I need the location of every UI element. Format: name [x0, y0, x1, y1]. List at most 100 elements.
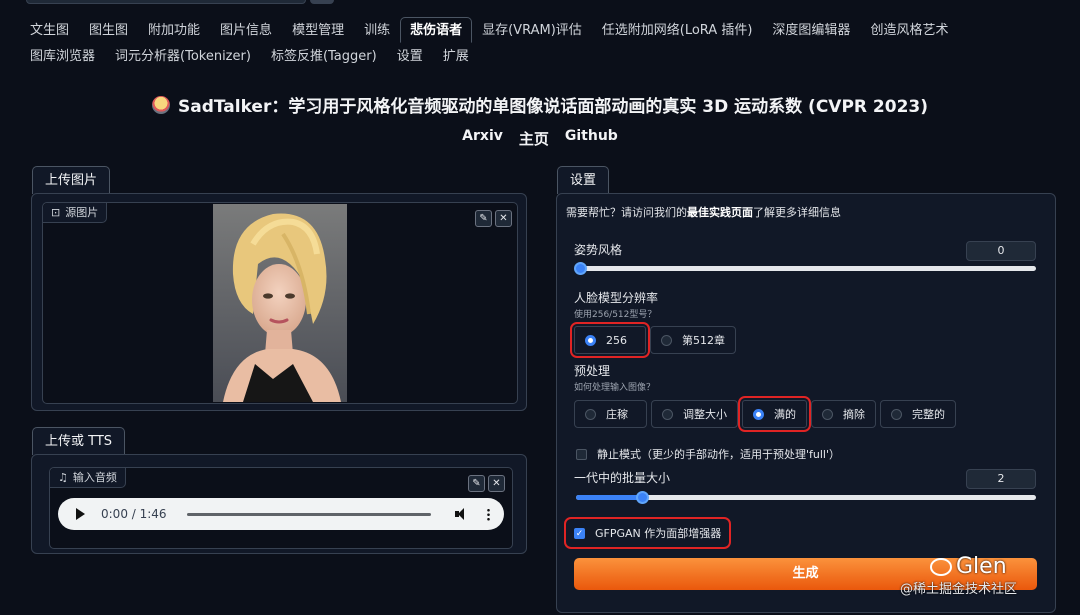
radio-dot-icon	[662, 408, 673, 420]
radio-dot-icon	[891, 408, 902, 420]
batch-size-slider-thumb[interactable]	[635, 491, 649, 504]
page-title-text: SadTalker：学习用于风格化音频驱动的单图像说话面部动画的真实 3D 运动…	[178, 97, 928, 117]
watermark-site-text: @稀土掘金技术社区	[900, 582, 1018, 597]
source-image-label-text: 源图片	[65, 205, 99, 219]
tab-tabs_row1-1[interactable]: 图生图	[79, 17, 138, 43]
preprocess-sub: 如何处理输入图像？	[574, 383, 656, 393]
tab-tabs_row1-0[interactable]: 文生图	[20, 17, 79, 43]
tab-tabs_row1-8[interactable]: 任选附加网络(LoRA 插件)	[592, 17, 763, 43]
radio-dot-icon	[753, 408, 764, 420]
source-portrait-image	[213, 204, 347, 402]
tab-tabs_row1-3[interactable]: 图片信息	[210, 17, 282, 43]
tab-tabs_row2-4[interactable]: 扩展	[433, 43, 479, 69]
preprocess-option-label: 满的	[774, 408, 796, 421]
preprocess-options: 庄稼 调整大小 满的 摘除 完整的	[574, 396, 956, 432]
arxiv-link[interactable]: Arxiv	[462, 128, 503, 149]
portrait-illustration	[213, 204, 347, 402]
gfpgan-row[interactable]: ✓ GFPGAN 作为面部增强器	[563, 517, 732, 549]
face-resolution-option-0[interactable]: 256	[570, 322, 650, 358]
tab-tabs_row1-10[interactable]: 创造风格艺术	[860, 17, 958, 43]
tab-tabs_row1-4[interactable]: 模型管理	[282, 17, 354, 43]
audio-time: 0:00 / 1:46	[101, 507, 167, 521]
face-resolution-option-label: 第512章	[682, 334, 725, 347]
audio-player: 0:00 / 1:46	[58, 498, 504, 530]
watermark-logo-text: Glen	[956, 554, 1007, 579]
face-resolution-label: 人脸模型分辨率	[574, 291, 659, 305]
edit-icon[interactable]: ✎	[475, 210, 492, 227]
tab-tabs_row1-6[interactable]: 悲伤语者	[400, 17, 473, 43]
tab-tabs_row1-5[interactable]: 训练	[354, 17, 400, 43]
radio-dot-icon	[585, 334, 596, 346]
volume-icon[interactable]	[455, 508, 469, 520]
header: SadTalker：学习用于风格化音频驱动的单图像说话面部动画的真实 3D 运动…	[0, 92, 1080, 149]
wechat-icon	[930, 557, 952, 576]
pose-style-label: 姿势风格	[574, 243, 623, 257]
preprocess-option-label: 调整大小	[683, 408, 727, 421]
radio-dot-icon	[661, 334, 672, 346]
model-select-box[interactable]	[26, 0, 306, 4]
best-practices-link[interactable]: 最佳实践页面	[687, 206, 753, 219]
preprocess-option-3[interactable]: 摘除	[811, 400, 876, 428]
edit-icon[interactable]: ✎	[468, 475, 485, 492]
watermark-logo: Glen	[930, 554, 1007, 579]
preprocess-option-2[interactable]: 满的	[738, 396, 811, 432]
batch-size-slider[interactable]	[576, 491, 1036, 504]
input-audio-label-text: 输入音频	[72, 470, 117, 484]
preprocess-option-label: 庄稼	[606, 408, 628, 421]
main-tabs: 文生图 图生图 附加功能 图片信息 模型管理 训练 悲伤语者 显存(VRAM)评估 任选附加网络…	[20, 16, 1070, 68]
audio-progress-bar[interactable]	[186, 512, 431, 516]
tab-row-2: 图库浏览器 词元分析器(Tokenizer) 标签反推(Tagger) 设置 扩展	[20, 44, 1070, 68]
tab-tabs_row2-2[interactable]: 标签反推(Tagger)	[261, 43, 387, 69]
help-prefix: 需要帮忙？请访问我们的	[566, 206, 687, 219]
tab-settings-panel[interactable]: 设置	[557, 166, 610, 194]
input-audio-label: ♫ 输入音频	[50, 468, 126, 488]
image-icon: ⊡	[51, 205, 61, 219]
still-mode-checkbox[interactable]	[576, 448, 587, 460]
face-resolution-option-1[interactable]: 第512章	[650, 326, 736, 354]
gfpgan-checkbox[interactable]: ✓	[574, 527, 585, 539]
face-resolution-sub: 使用256/512型号？	[574, 310, 657, 320]
top-strip	[0, 0, 1080, 10]
help-text: 需要帮忙？请访问我们的最佳实践页面了解更多详细信息	[566, 204, 841, 220]
more-options-icon[interactable]	[487, 507, 490, 521]
tab-tabs_row2-3[interactable]: 设置	[387, 43, 433, 69]
preprocess-option-4[interactable]: 完整的	[880, 400, 956, 428]
page-title: SadTalker：学习用于风格化音频驱动的单图像说话面部动画的真实 3D 运动…	[152, 92, 928, 117]
preprocess-option-label: 摘除	[843, 408, 865, 421]
tab-tabs_row1-7[interactable]: 显存(VRAM)评估	[472, 17, 592, 43]
face-emoji-icon	[152, 95, 170, 114]
preprocess-option-label: 完整的	[912, 408, 945, 421]
github-link[interactable]: Github	[565, 128, 618, 149]
batch-size-slider-fill	[576, 495, 642, 500]
face-resolution-options: 256 第512章	[570, 322, 736, 358]
pose-style-value[interactable]: 0	[966, 241, 1036, 261]
close-icon[interactable]: ✕	[488, 475, 505, 492]
tab-upload-or-tts[interactable]: 上传或 TTS	[32, 427, 126, 455]
homepage-link[interactable]: 主页	[519, 128, 549, 149]
still-mode-label: 静止模式（更少的手部动作，适用于预处理'full'）	[597, 448, 841, 461]
music-note-icon: ♫	[58, 470, 68, 484]
play-icon[interactable]	[76, 508, 85, 520]
tab-tabs_row1-2[interactable]: 附加功能	[138, 17, 210, 43]
preprocess-option-0[interactable]: 庄稼	[574, 400, 647, 428]
face-resolution-option-label: 256	[606, 333, 627, 347]
tab-tabs_row2-1[interactable]: 词元分析器(Tokenizer)	[105, 43, 261, 69]
help-suffix: 了解更多详细信息	[753, 206, 841, 219]
tab-upload-image[interactable]: 上传图片	[32, 166, 111, 194]
tab-tabs_row2-0[interactable]: 图库浏览器	[20, 43, 105, 69]
radio-dot-icon	[822, 408, 833, 420]
pose-style-slider[interactable]	[574, 262, 1036, 275]
gfpgan-label: GFPGAN 作为面部增强器	[595, 527, 722, 540]
close-icon[interactable]: ✕	[495, 210, 512, 227]
batch-size-label: 一代中的批量大小	[574, 471, 671, 485]
tab-row-1: 文生图 图生图 附加功能 图片信息 模型管理 训练 悲伤语者 显存(VRAM)评估 任选附加网络…	[20, 16, 1070, 44]
preprocess-option-1[interactable]: 调整大小	[651, 400, 738, 428]
radio-dot-icon	[585, 408, 596, 420]
tab-tabs_row1-9[interactable]: 深度图编辑器	[762, 17, 860, 43]
header-links: Arxiv 主页 Github	[0, 128, 1080, 149]
still-mode-row[interactable]: 静止模式（更少的手部动作，适用于预处理'full'）	[576, 446, 840, 462]
refresh-button[interactable]	[310, 0, 334, 4]
pose-style-slider-thumb[interactable]	[574, 262, 587, 275]
preprocess-label: 预处理	[574, 364, 611, 378]
batch-size-value[interactable]: 2	[966, 469, 1036, 489]
